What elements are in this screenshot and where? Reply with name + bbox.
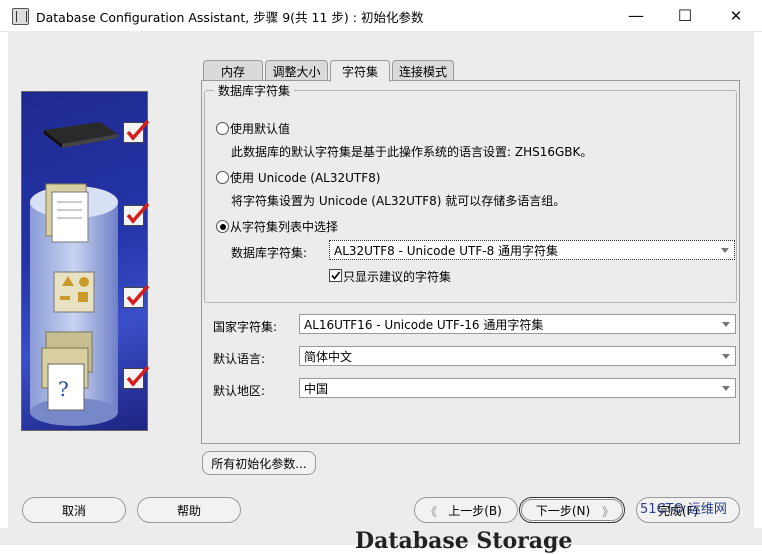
back-button-label: 上一步(B) bbox=[448, 503, 502, 518]
default-charset-description: 此数据库的默认字符集是基于此操作系统的语言设置: ZHS16GBK。 bbox=[231, 145, 593, 159]
tab-charset[interactable]: 字符集 bbox=[330, 60, 390, 82]
title-bar: Database Configuration Assistant, 步骤 9(共… bbox=[0, 0, 762, 32]
next-button-label: 下一步(N) bbox=[535, 503, 591, 518]
charset-group-title: 数据库字符集 bbox=[214, 82, 295, 99]
step-check-icon bbox=[123, 284, 150, 308]
default-territory-select[interactable]: 中国 bbox=[299, 378, 736, 398]
checkmark-icon bbox=[331, 271, 341, 280]
chevron-left-icon: 《 bbox=[425, 505, 438, 519]
show-recommended-label[interactable]: 只显示建议的字符集 bbox=[343, 268, 451, 285]
national-charset-label: 国家字符集: bbox=[213, 320, 278, 334]
chevron-down-icon bbox=[722, 322, 730, 327]
memory-chip-icon bbox=[44, 122, 118, 148]
step-check-icon bbox=[123, 119, 150, 143]
db-charset-value: AL32UTF8 - Unicode UTF-8 通用字符集 bbox=[334, 243, 559, 258]
tab-memory[interactable]: 内存 bbox=[203, 60, 263, 81]
step-check-icon bbox=[123, 202, 150, 226]
help-button[interactable]: 帮助 bbox=[137, 497, 241, 523]
national-charset-select[interactable]: AL16UTF16 - Unicode UTF-16 通用字符集 bbox=[299, 314, 736, 334]
minimize-button[interactable]: — bbox=[613, 0, 659, 31]
background-heading: Database Storage bbox=[355, 528, 573, 554]
shapes-box-icon bbox=[53, 271, 95, 313]
watermark-logo: 51CTO 运维网 bbox=[640, 502, 727, 517]
help-folder-icon: ? bbox=[41, 331, 93, 411]
default-territory-label: 默认地区: bbox=[213, 384, 266, 398]
svg-text:?: ? bbox=[58, 377, 69, 401]
next-button[interactable]: 下一步(N) 》 bbox=[519, 497, 625, 523]
radio-use-unicode[interactable] bbox=[216, 171, 229, 184]
step-check-icon bbox=[123, 365, 150, 389]
show-recommended-checkbox[interactable] bbox=[329, 269, 342, 282]
db-charset-select[interactable]: AL32UTF8 - Unicode UTF-8 通用字符集 bbox=[329, 240, 735, 260]
radio-choose-from-list-label[interactable]: 从字符集列表中选择 bbox=[230, 218, 338, 235]
chevron-right-icon: 》 bbox=[601, 505, 614, 519]
back-button[interactable]: 《 上一步(B) bbox=[414, 497, 518, 523]
default-language-label: 默认语言: bbox=[213, 352, 266, 366]
app-icon bbox=[12, 8, 29, 25]
national-charset-value: AL16UTF16 - Unicode UTF-16 通用字符集 bbox=[304, 317, 544, 332]
radio-use-default[interactable] bbox=[216, 122, 229, 135]
radio-use-unicode-label[interactable]: 使用 Unicode (AL32UTF8) bbox=[230, 169, 380, 186]
tab-connection-mode[interactable]: 连接模式 bbox=[392, 60, 454, 81]
all-init-params-button[interactable]: 所有初始化参数... bbox=[202, 451, 316, 475]
chevron-down-icon bbox=[722, 386, 730, 391]
cancel-button[interactable]: 取消 bbox=[22, 497, 126, 523]
default-territory-value: 中国 bbox=[304, 381, 329, 396]
close-button[interactable]: ✕ bbox=[713, 0, 759, 31]
window-title: Database Configuration Assistant, 步骤 9(共… bbox=[36, 10, 424, 25]
chevron-down-icon bbox=[721, 248, 729, 253]
default-language-select[interactable]: 简体中文 bbox=[299, 346, 736, 366]
folder-documents-icon bbox=[45, 183, 89, 243]
default-language-value: 简体中文 bbox=[304, 349, 353, 364]
unicode-charset-description: 将字符集设置为 Unicode (AL32UTF8) 就可以存储多语言组。 bbox=[231, 194, 566, 208]
radio-use-default-label[interactable]: 使用默认值 bbox=[230, 120, 290, 137]
maximize-button[interactable]: ☐ bbox=[662, 0, 708, 31]
chevron-down-icon bbox=[722, 354, 730, 359]
tab-sizing[interactable]: 调整大小 bbox=[265, 60, 328, 81]
db-charset-label: 数据库字符集: bbox=[231, 246, 308, 260]
radio-choose-from-list[interactable] bbox=[216, 220, 229, 233]
